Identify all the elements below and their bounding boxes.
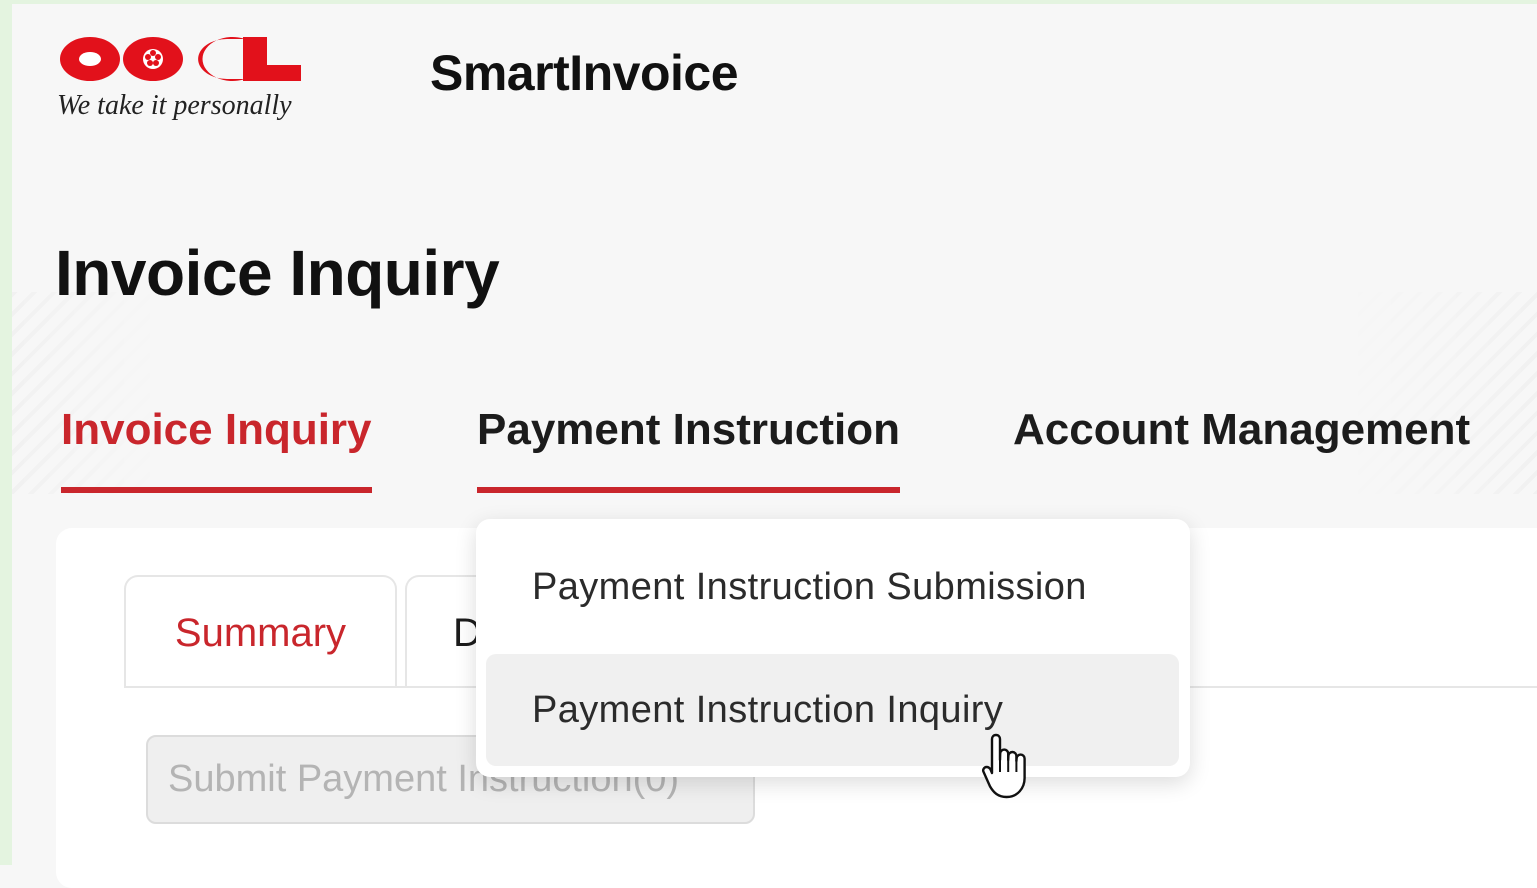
app-title: SmartInvoice: [430, 45, 739, 101]
nav-account-management[interactable]: Account Management: [1013, 405, 1470, 455]
nav-invoice-inquiry-label: Invoice Inquiry: [61, 405, 372, 454]
menu-item-payment-instruction-inquiry[interactable]: Payment Instruction Inquiry: [486, 654, 1179, 766]
decorative-stripes: [12, 292, 1537, 494]
nav-account-management-label: Account Management: [1013, 405, 1471, 454]
nav-hover-underline: [477, 487, 900, 493]
hand-pointer-icon: [982, 733, 1026, 799]
page-title: Invoice Inquiry: [55, 237, 500, 309]
oocl-logo[interactable]: We take it personally: [55, 28, 340, 128]
nav-payment-instruction[interactable]: Payment Instruction: [477, 405, 900, 493]
menu-item-payment-instruction-submission[interactable]: Payment Instruction Submission: [486, 531, 1179, 643]
nav-active-underline: [61, 487, 372, 493]
oocl-wordmark: [60, 37, 301, 82]
logo-tagline: We take it personally: [57, 90, 292, 121]
tab-summary[interactable]: Summary: [124, 575, 397, 687]
payment-instruction-dropdown: Payment Instruction Submission Payment I…: [476, 519, 1190, 777]
nav-payment-instruction-label: Payment Instruction: [477, 405, 900, 454]
nav-invoice-inquiry[interactable]: Invoice Inquiry: [61, 405, 372, 493]
